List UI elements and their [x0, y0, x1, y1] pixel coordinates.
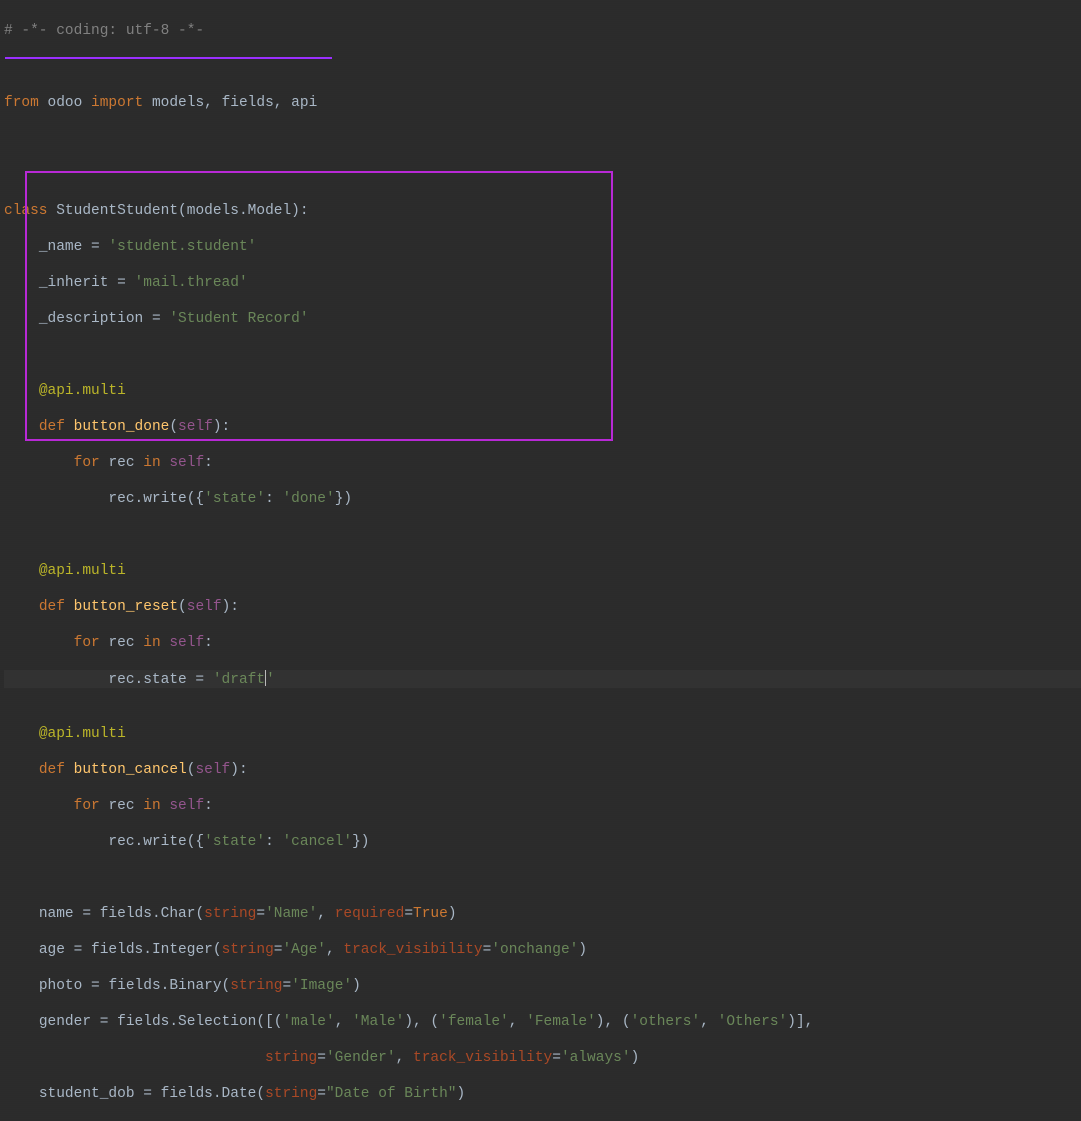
- field-call: fields.Char(: [100, 906, 204, 922]
- kw-in: in: [143, 798, 160, 814]
- kwarg: string: [204, 906, 256, 922]
- self-ref: self: [169, 798, 204, 814]
- str: 'state': [204, 491, 265, 507]
- self-ref: self: [169, 455, 204, 471]
- kw-def: def: [39, 419, 65, 435]
- str: 'student.student': [108, 239, 256, 255]
- paren: ): [448, 906, 457, 922]
- decorator: @api.multi: [39, 563, 126, 579]
- paren: ): [631, 1050, 640, 1066]
- loop-var: rec: [108, 455, 134, 471]
- kw-true: True: [413, 906, 448, 922]
- field-gender: gender: [39, 1014, 91, 1030]
- kw-for: for: [74, 455, 100, 471]
- self-param: self: [178, 419, 213, 435]
- base-class: models.Model: [187, 203, 291, 219]
- str: 'cancel': [282, 834, 352, 850]
- imported-names: models, fields, api: [152, 95, 317, 111]
- write-call: rec.write({: [108, 834, 204, 850]
- str: 'Image': [291, 978, 352, 994]
- kw-class: class: [4, 203, 48, 219]
- kw-in: in: [143, 635, 160, 651]
- str: "Date of Birth": [326, 1086, 457, 1102]
- attr-name: _name: [39, 239, 83, 255]
- paren: }): [352, 834, 369, 850]
- loop-var: rec: [108, 635, 134, 651]
- str: 'Male': [352, 1014, 404, 1030]
- kwarg: string: [230, 978, 282, 994]
- text-cursor: [265, 670, 266, 686]
- kw-def: def: [39, 762, 65, 778]
- import-underline-decoration: [5, 57, 332, 59]
- kw-def: def: [39, 599, 65, 615]
- str: 'Female': [526, 1014, 596, 1030]
- str: 'female': [439, 1014, 509, 1030]
- str: 'Age': [282, 942, 326, 958]
- paren: ): [457, 1086, 466, 1102]
- decorator: @api.multi: [39, 726, 126, 742]
- kw-for: for: [74, 635, 100, 651]
- str: 'draft: [213, 672, 265, 688]
- field-call: fields.Selection([(: [117, 1014, 282, 1030]
- str: 'always': [561, 1050, 631, 1066]
- str: 'Student Record': [169, 311, 308, 327]
- paren: ):: [291, 203, 308, 219]
- str: ': [266, 672, 275, 688]
- kwarg: required: [335, 906, 405, 922]
- paren: )],: [787, 1014, 813, 1030]
- field-dob: student_dob: [39, 1086, 135, 1102]
- paren: ): [352, 978, 361, 994]
- fn-button-cancel: button_cancel: [74, 762, 187, 778]
- field-call: fields.Date(: [161, 1086, 265, 1102]
- attr-inherit: _inherit: [39, 275, 109, 291]
- class-name: StudentStudent: [56, 203, 178, 219]
- paren: ): [578, 942, 587, 958]
- field-name: name: [39, 906, 74, 922]
- kw-in: in: [143, 455, 160, 471]
- self-param: self: [187, 599, 222, 615]
- kw-for: for: [74, 798, 100, 814]
- str: 'state': [204, 834, 265, 850]
- str: 'male': [282, 1014, 334, 1030]
- str: 'others': [631, 1014, 701, 1030]
- field-call: fields.Binary(: [108, 978, 230, 994]
- str: 'Others': [718, 1014, 788, 1030]
- field-photo: photo: [39, 978, 83, 994]
- assign-lhs: rec.state =: [108, 672, 212, 688]
- field-age: age: [39, 942, 65, 958]
- kw-import: import: [91, 95, 143, 111]
- str: 'onchange': [491, 942, 578, 958]
- kwarg: track_visibility: [343, 942, 482, 958]
- fn-button-reset: button_reset: [74, 599, 178, 615]
- module-odoo: odoo: [48, 95, 83, 111]
- encoding-comment: # -*- coding: utf-8 -*-: [4, 23, 204, 39]
- fn-button-done: button_done: [74, 419, 170, 435]
- str: 'Gender': [326, 1050, 396, 1066]
- self-ref: self: [169, 635, 204, 651]
- str: 'mail.thread': [135, 275, 248, 291]
- kwarg: track_visibility: [413, 1050, 552, 1066]
- str: 'Name': [265, 906, 317, 922]
- field-call: fields.Integer(: [91, 942, 222, 958]
- loop-var: rec: [108, 798, 134, 814]
- kwarg: string: [265, 1086, 317, 1102]
- attr-description: _description: [39, 311, 143, 327]
- paren: }): [335, 491, 352, 507]
- decorator: @api.multi: [39, 383, 126, 399]
- write-call: rec.write({: [108, 491, 204, 507]
- kwarg: string: [222, 942, 274, 958]
- kw-from: from: [4, 95, 39, 111]
- self-param: self: [195, 762, 230, 778]
- str: 'done': [282, 491, 334, 507]
- code-editor[interactable]: # -*- coding: utf-8 -*- from odoo import…: [0, 0, 1081, 1121]
- kwarg: string: [265, 1050, 317, 1066]
